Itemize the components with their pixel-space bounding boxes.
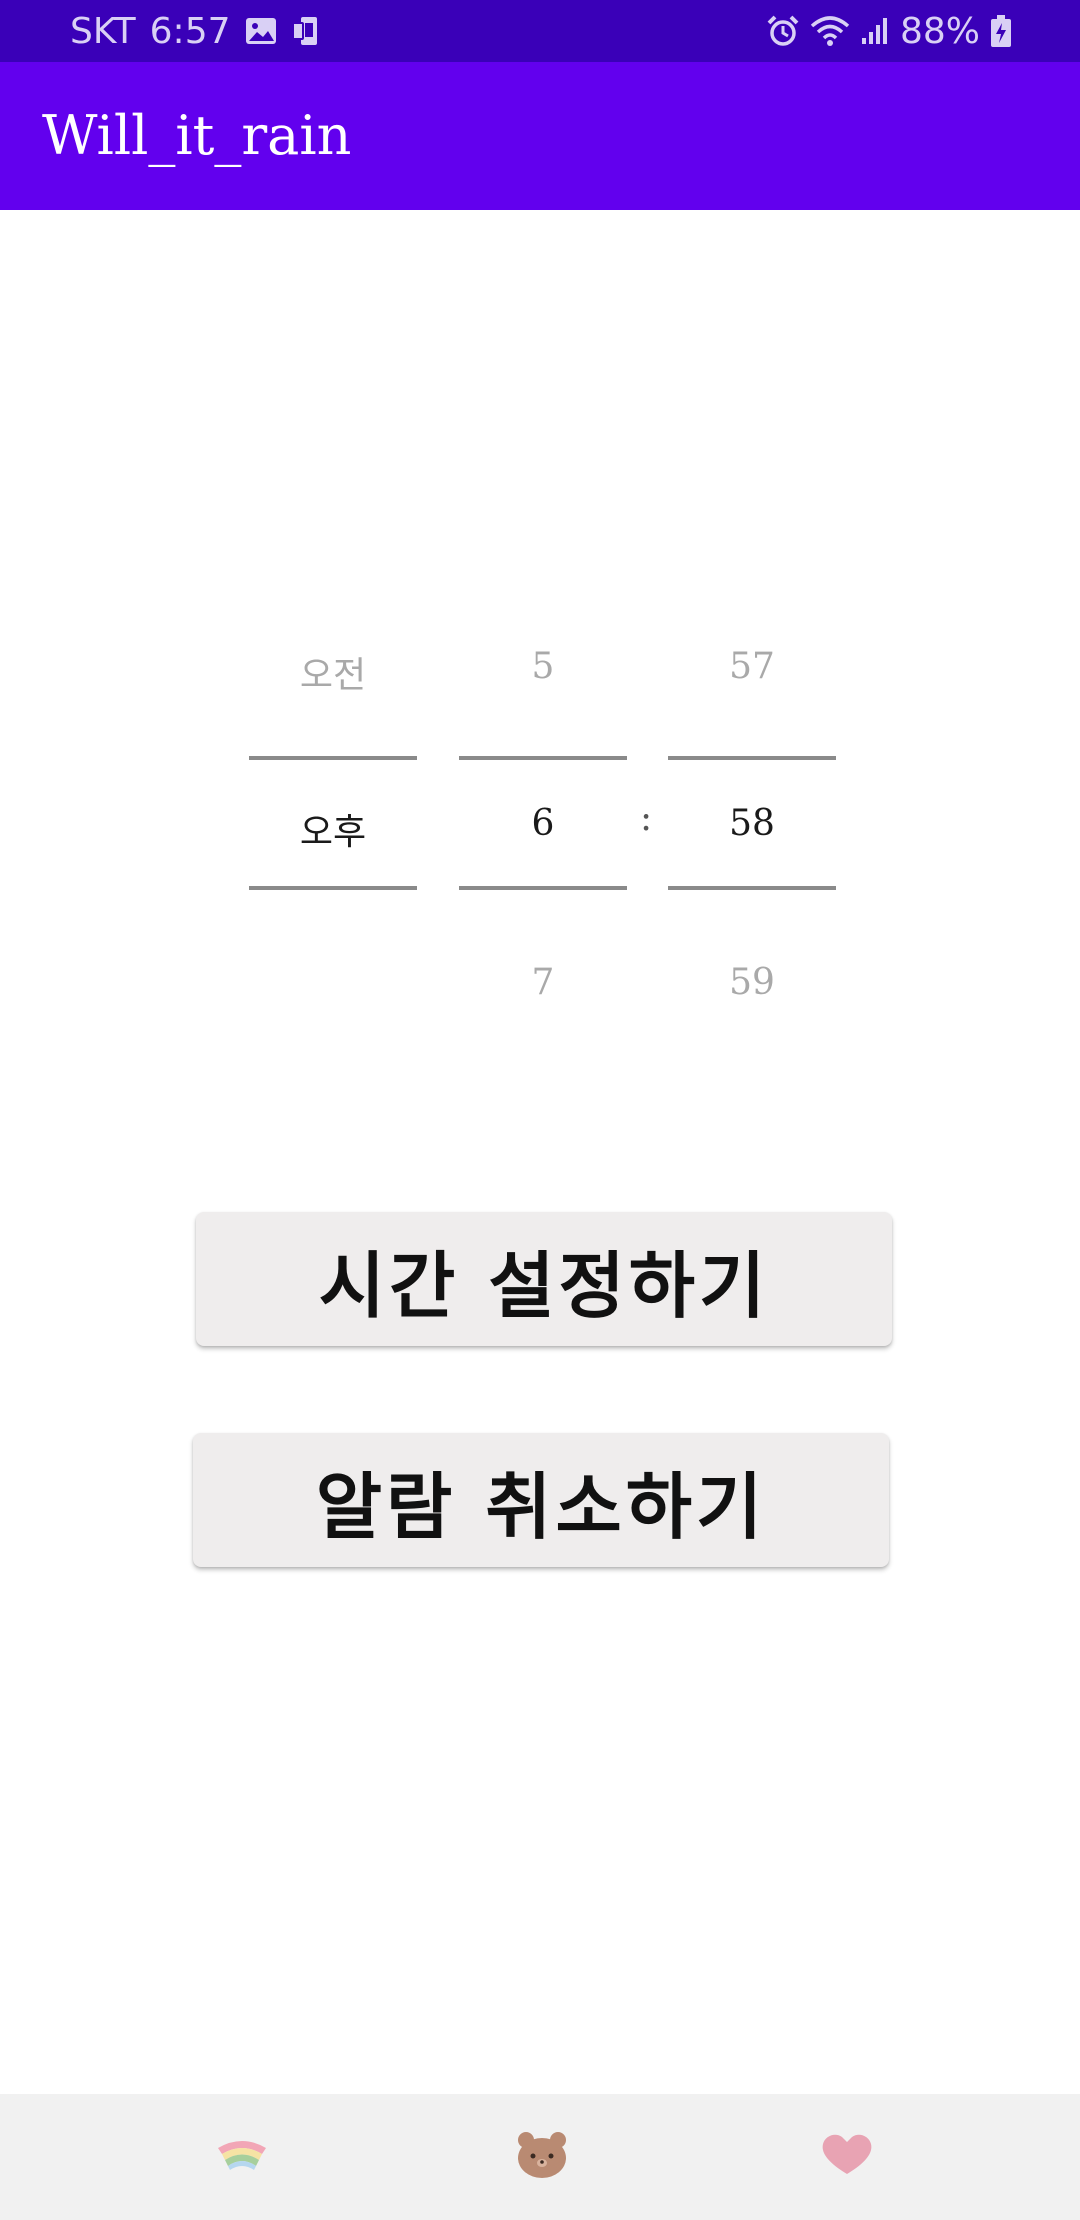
heart-icon <box>822 2134 872 2174</box>
status-bar: SKT 6:57 88% <box>0 0 1080 62</box>
battery-charging-icon <box>990 14 1012 48</box>
app-bar: Will_it_rain <box>0 62 1080 210</box>
minute-divider-top <box>668 756 836 760</box>
hour-below[interactable]: 7 <box>459 962 627 1003</box>
wifi-icon <box>810 14 850 48</box>
hour-above[interactable]: 5 <box>459 646 627 687</box>
rainbow-icon <box>218 2141 266 2170</box>
ampm-divider-bottom <box>249 886 417 890</box>
nav-bear[interactable] <box>512 2124 572 2184</box>
minute-divider-bottom <box>668 886 836 890</box>
minute-above[interactable]: 57 <box>668 646 836 687</box>
signal-icon <box>860 16 890 46</box>
cancel-alarm-button[interactable]: 알람 취소하기 <box>193 1433 889 1567</box>
hour-divider-bottom <box>459 886 627 890</box>
carrier-label: SKT <box>70 10 136 52</box>
battery-percent: 88% <box>899 10 980 52</box>
nav-rainbow[interactable] <box>212 2124 272 2184</box>
minute-selected[interactable]: 58 <box>668 803 836 844</box>
phone-screen-icon <box>291 15 323 47</box>
hour-selected[interactable]: 6 <box>459 803 627 844</box>
nav-heart[interactable] <box>817 2124 877 2184</box>
app-title: Will_it_rain <box>42 104 352 167</box>
status-right: 88% <box>766 0 1012 62</box>
clock-label: 6:57 <box>149 10 231 52</box>
set-time-button[interactable]: 시간 설정하기 <box>196 1212 892 1346</box>
hour-divider-top <box>459 756 627 760</box>
ampm-selected[interactable]: 오후 <box>249 803 417 855</box>
time-separator: : <box>640 798 653 839</box>
alarm-icon <box>766 14 800 48</box>
bottom-nav <box>0 2094 1080 2220</box>
ampm-above[interactable]: 오전 <box>249 646 417 698</box>
bear-icon <box>518 2132 566 2178</box>
ampm-divider-top <box>249 756 417 760</box>
image-icon <box>245 17 277 45</box>
status-left: SKT 6:57 <box>70 0 323 62</box>
minute-below[interactable]: 59 <box>668 962 836 1003</box>
